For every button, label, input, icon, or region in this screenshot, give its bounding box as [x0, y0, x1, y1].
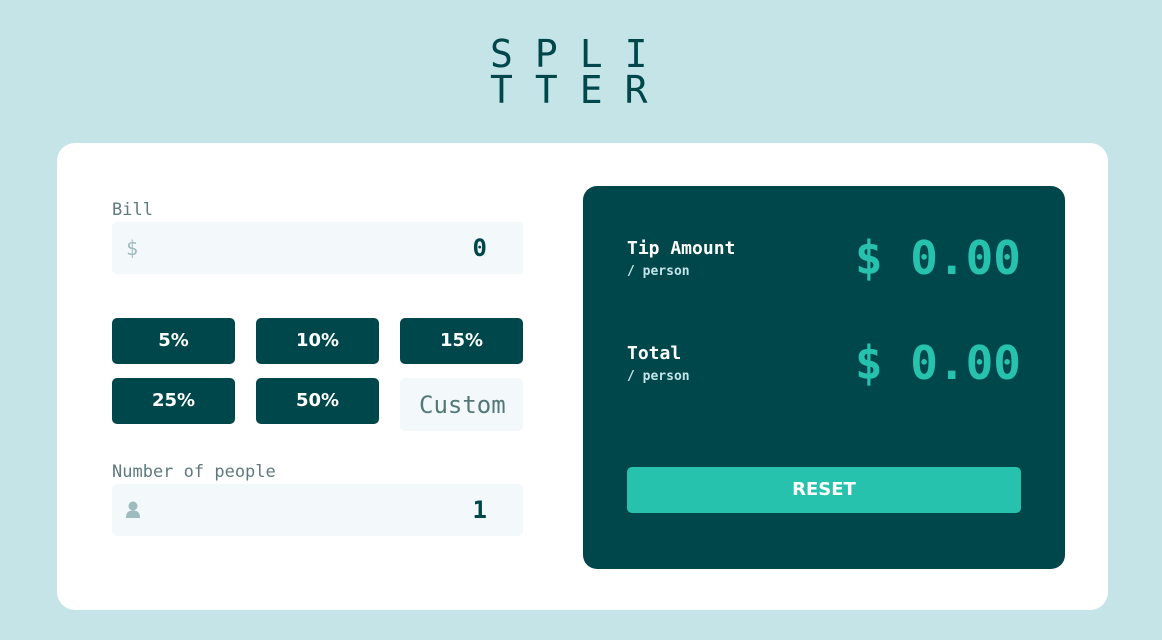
logo-line-2: TTER — [490, 68, 670, 112]
splitter-logo: SPLI TTER — [490, 32, 670, 112]
tip-50-button[interactable]: 50% — [256, 378, 379, 424]
bill-value: 0 — [472, 234, 487, 262]
tip-25-button[interactable]: 25% — [112, 378, 235, 424]
calculator-card: Bill $ 0 5% 10% 15% 25% 50% Custom Numbe… — [57, 143, 1108, 610]
bill-input[interactable]: $ 0 — [112, 222, 523, 274]
people-value: 1 — [472, 496, 487, 524]
total-title: Total — [627, 343, 682, 364]
person-icon — [126, 501, 140, 518]
results-panel: Tip Amount / person $ 0.00 Total / perso… — [583, 186, 1065, 569]
tip-15-button[interactable]: 15% — [400, 318, 523, 364]
tip-amount-sub: / person — [627, 264, 690, 279]
reset-button[interactable]: RESET — [627, 467, 1021, 513]
tip-amount-title: Tip Amount — [627, 238, 736, 259]
bill-label: Bill — [112, 200, 153, 220]
tip-10-button[interactable]: 10% — [256, 318, 379, 364]
people-label: Number of people — [112, 462, 276, 482]
total-sub: / person — [627, 369, 690, 384]
custom-tip-input[interactable]: Custom — [400, 378, 523, 431]
tip-5-button[interactable]: 5% — [112, 318, 235, 364]
total-value: $ 0.00 — [854, 336, 1021, 390]
custom-tip-placeholder: Custom — [419, 391, 506, 419]
people-input[interactable]: 1 — [112, 484, 523, 536]
tip-amount-value: $ 0.00 — [854, 231, 1021, 285]
dollar-icon: $ — [126, 236, 139, 260]
logo-line-1: SPLI — [490, 32, 670, 76]
